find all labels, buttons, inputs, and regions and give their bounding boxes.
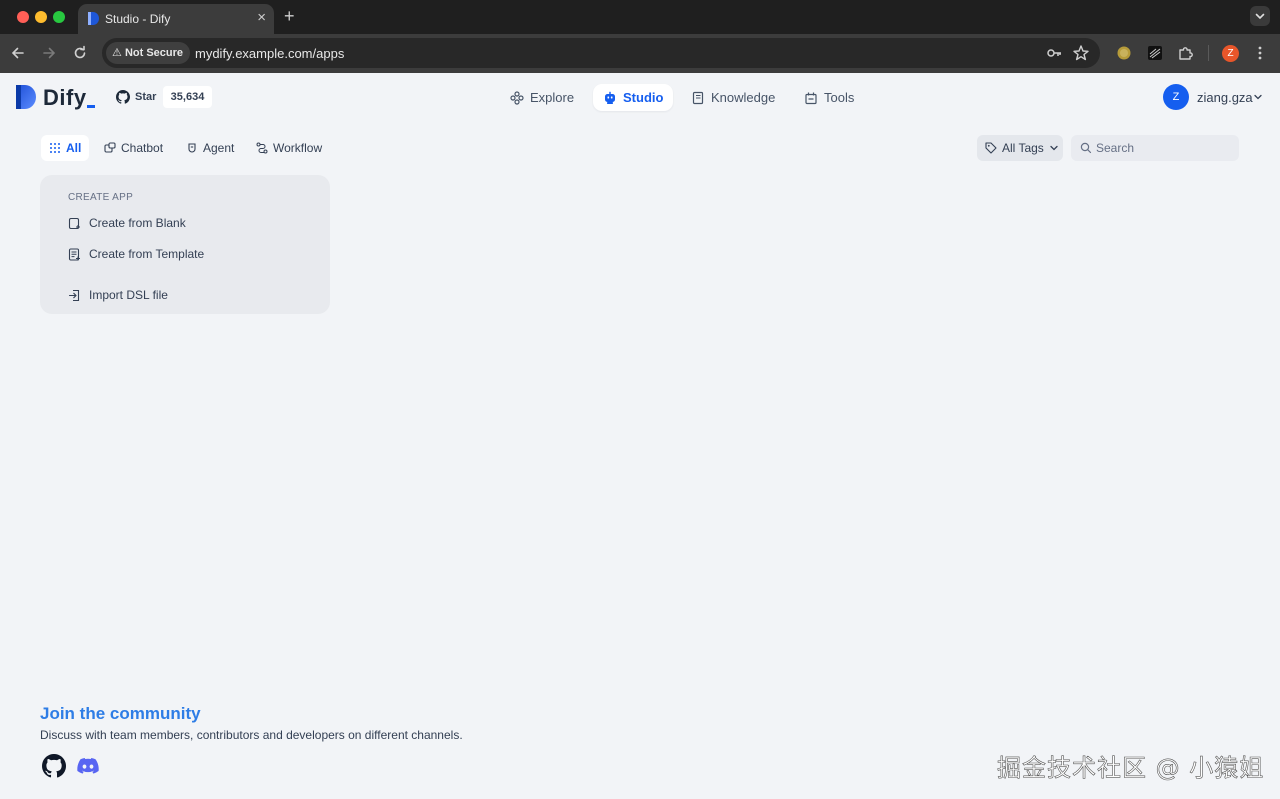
browser-tab-bar: Studio - Dify × + <box>0 0 1280 34</box>
workflow-icon <box>256 142 268 154</box>
import-dsl-button[interactable]: Import DSL file <box>68 286 168 304</box>
filter-tab-chatbot-label: Chatbot <box>121 141 164 155</box>
template-icon <box>68 247 80 261</box>
watermark: 掘金技术社区 @ 小猿姐 <box>997 754 1265 783</box>
tab-close-icon[interactable]: × <box>257 10 266 26</box>
nav-knowledge-label: Knowledge <box>711 90 776 105</box>
knowledge-icon <box>692 91 704 104</box>
github-icon[interactable] <box>42 754 66 778</box>
back-icon[interactable] <box>9 44 27 62</box>
create-blank-icon <box>68 217 80 229</box>
key-icon[interactable] <box>1045 44 1063 62</box>
star-count-badge[interactable]: 35,634 <box>163 86 212 108</box>
create-from-blank-button[interactable]: Create from Blank <box>68 214 186 232</box>
new-tab-button[interactable]: + <box>284 6 295 26</box>
extensions-puzzle-icon[interactable] <box>1177 44 1195 62</box>
nav-tools[interactable]: Tools <box>794 84 864 111</box>
chevron-down-icon[interactable] <box>1253 92 1263 102</box>
community-description: Discuss with team members, contributors … <box>40 728 463 742</box>
import-dsl-label: Import DSL file <box>89 288 168 302</box>
studio-icon <box>605 91 615 104</box>
nav-studio-label: Studio <box>623 90 664 105</box>
community-title: Join the community <box>40 704 201 723</box>
filter-tab-workflow[interactable]: Workflow <box>248 135 330 161</box>
create-app-heading: CREATE APP <box>68 192 134 203</box>
discord-icon[interactable] <box>76 754 100 778</box>
create-from-blank-label: Create from Blank <box>89 216 186 230</box>
chevron-down-icon <box>1255 13 1265 20</box>
browser-menu-icon[interactable] <box>1251 44 1269 62</box>
filter-tab-agent-label: Agent <box>203 141 235 155</box>
github-star-button[interactable]: Star <box>116 87 156 107</box>
reload-icon[interactable] <box>71 44 89 62</box>
close-window-button[interactable] <box>17 11 29 23</box>
tab-title: Studio - Dify <box>105 12 171 26</box>
create-from-template-label: Create from Template <box>89 247 205 261</box>
logo-cursor <box>87 105 95 108</box>
tools-icon <box>805 92 817 104</box>
security-label: Not Secure <box>124 47 184 59</box>
extension-dark-icon[interactable] <box>1146 44 1164 62</box>
filter-tab-agent[interactable]: Agent <box>178 135 242 161</box>
logo-text: Dify <box>43 85 87 110</box>
minimize-window-button[interactable] <box>35 11 47 23</box>
nav-tools-label: Tools <box>824 90 855 105</box>
tag-icon <box>985 142 997 154</box>
search-input[interactable] <box>1096 135 1234 161</box>
filter-tab-workflow-label: Workflow <box>273 141 323 155</box>
search-icon <box>1080 142 1092 154</box>
toolbar-divider <box>1208 45 1209 61</box>
tab-search-button[interactable] <box>1250 6 1270 26</box>
explore-icon <box>510 90 524 105</box>
filter-tab-chatbot[interactable]: Chatbot <box>96 135 171 161</box>
address-bar[interactable]: ⚠ Not Secure mydify.example.com/apps <box>102 38 1100 68</box>
browser-toolbar: ⚠ Not Secure mydify.example.com/apps Z <box>0 34 1280 73</box>
github-icon <box>116 90 130 104</box>
nav-explore-label: Explore <box>530 90 575 105</box>
user-avatar[interactable]: Z <box>1163 84 1189 110</box>
profile-avatar[interactable]: Z <box>1222 45 1239 62</box>
create-from-template-button[interactable]: Create from Template <box>68 245 204 263</box>
username[interactable]: ziang.gza <box>1197 90 1253 105</box>
dify-logo-icon <box>16 85 36 109</box>
security-chip[interactable]: ⚠ Not Secure <box>106 42 191 64</box>
nav-studio[interactable]: Studio <box>593 84 674 111</box>
dify-favicon-icon <box>88 12 99 25</box>
filter-tab-all-label: All <box>66 141 82 155</box>
nav-explore[interactable]: Explore <box>500 84 584 111</box>
nav-knowledge[interactable]: Knowledge <box>681 84 785 111</box>
filter-tab-all[interactable]: All <box>41 135 90 161</box>
extension-circle-icon[interactable] <box>1115 44 1133 62</box>
dify-logo[interactable]: Dify <box>15 84 95 112</box>
search-box[interactable] <box>1071 135 1239 161</box>
url-text[interactable]: mydify.example.com/apps <box>195 46 344 61</box>
maximize-window-button[interactable] <box>53 11 65 23</box>
agent-icon <box>188 143 196 153</box>
forward-icon[interactable] <box>40 44 58 62</box>
chatbot-icon <box>104 142 116 153</box>
warning-icon: ⚠ <box>112 47 122 59</box>
star-label: Star <box>135 91 157 103</box>
dify-page: Dify Star 35,634 Explore Studio Knowledg… <box>0 73 1280 799</box>
all-tags-label: All Tags <box>1002 141 1044 155</box>
chevron-down-icon <box>1050 145 1058 151</box>
all-tags-dropdown[interactable]: All Tags <box>977 135 1063 161</box>
bookmark-star-icon[interactable] <box>1072 44 1090 62</box>
grid-icon <box>50 143 60 153</box>
create-app-card: CREATE APP Create from Blank Create from… <box>40 175 330 314</box>
browser-tab-studio[interactable]: Studio - Dify × <box>78 4 274 34</box>
import-icon <box>68 289 80 301</box>
